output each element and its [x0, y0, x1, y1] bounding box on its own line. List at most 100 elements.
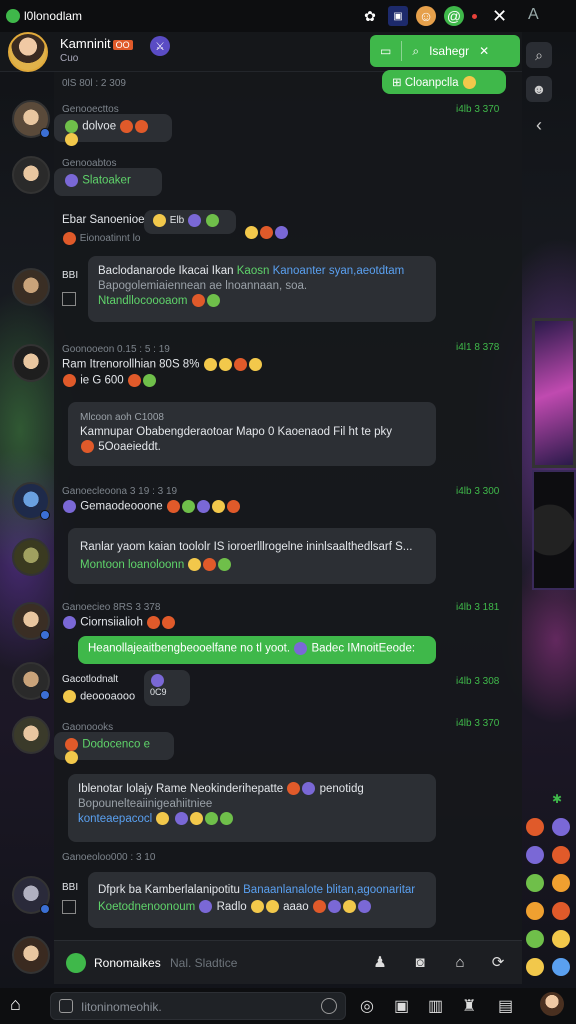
message-bubble[interactable]: Baclodanarode Ikacai Ikan Kaosn Kanoante…	[88, 256, 436, 322]
home-icon[interactable]: ⌂	[450, 953, 470, 973]
emoji-icon[interactable]	[526, 902, 544, 920]
message-text-blue: Banaanlanalote blitan,agoonaritar	[243, 884, 416, 896]
timestamp: i4lb 3 308	[456, 676, 500, 687]
sender-name: Ganoecieo 8RS 3 378	[62, 602, 161, 613]
menu-icon[interactable]: ▭	[380, 44, 391, 58]
message-text: Dodocenco e	[82, 738, 150, 751]
app-logo-icon	[6, 9, 20, 23]
sender-name: Mlcoon aoh C1008	[80, 412, 164, 423]
message-bubble[interactable]: Dodocenco e	[54, 732, 174, 764]
timestamp: i4lb 3 300	[456, 486, 500, 497]
timestamp: i4l1 8 378	[456, 342, 500, 353]
mic-icon[interactable]	[66, 953, 86, 973]
emoji-icon[interactable]	[526, 818, 544, 836]
emoji-icon	[462, 76, 476, 90]
profile-icon[interactable]: ☻	[526, 76, 552, 102]
emoji-icon[interactable]	[552, 818, 570, 836]
moderation-icon[interactable]: ⚔	[150, 36, 170, 56]
camera-icon[interactable]: ◙	[410, 953, 430, 973]
avatar[interactable]	[12, 156, 50, 194]
keyboard-icon[interactable]: ▤	[498, 996, 513, 1016]
image-icon[interactable]: ▣	[388, 6, 408, 26]
spark-icon: ✱	[552, 792, 563, 806]
sticker-icon[interactable]: ▣	[394, 996, 409, 1016]
own-message-bubble[interactable]: Heanollajeaitbengbeooelfane no tl yoot. …	[78, 636, 436, 664]
message-subtext: Eionoatinnt lo	[62, 232, 140, 245]
avatar[interactable]	[12, 876, 50, 914]
composer-hint[interactable]: Nal. Sladtice	[170, 956, 237, 970]
bottom-input[interactable]: Iitoninomeohik.	[50, 992, 346, 1020]
avatar[interactable]	[12, 482, 50, 520]
file-icon	[62, 292, 76, 306]
app-name: l0lonodlam	[24, 9, 83, 23]
message-bubble[interactable]: Slatoaker	[54, 168, 162, 196]
message-extra: konteaepacocl	[78, 813, 153, 825]
avatar[interactable]	[12, 716, 50, 754]
emoji-icon[interactable]	[526, 958, 544, 976]
gif-icon[interactable]: ◎	[360, 996, 374, 1016]
divider	[401, 41, 403, 61]
chat-header: Kamninit OO Cuo ⚔ ▭ ⌕ Isahegr ✕	[0, 32, 522, 72]
avatar[interactable]	[12, 100, 50, 138]
status-badge	[40, 510, 50, 520]
emoji-icon[interactable]	[552, 930, 570, 948]
emoji-icon[interactable]	[526, 874, 544, 892]
pinned-label: Cloanpclla	[404, 77, 459, 89]
bottom-input-placeholder: Iitoninomeohik.	[81, 1000, 162, 1014]
message-text: deoooaooo	[62, 690, 135, 703]
reactions	[244, 224, 289, 242]
message-bubble[interactable]: Ranlar yaom kaian toololr IS ioroerlllro…	[68, 528, 436, 584]
message-bubble[interactable]: Mlcoon aoh C1008 Kamnupar Obabengderaoto…	[68, 402, 436, 466]
reaction-bar[interactable]: 0C9	[144, 670, 190, 706]
avatar[interactable]	[12, 602, 50, 640]
avatar[interactable]	[12, 662, 50, 700]
emoji-icon	[65, 174, 78, 187]
close-icon[interactable]: ✕	[492, 6, 507, 27]
at-icon[interactable]: @	[444, 6, 464, 26]
face-icon[interactable]: ☺	[416, 6, 436, 26]
bell-icon[interactable]: ♟	[370, 953, 390, 973]
message-text: Ebar Sanoenioe	[62, 214, 145, 226]
emoji-icon[interactable]	[552, 958, 570, 976]
message-extra: Badec IMnoitEeode:	[311, 642, 416, 655]
avatar[interactable]	[12, 936, 50, 974]
flower-icon[interactable]: ✿	[360, 6, 380, 26]
emoji-icon[interactable]	[552, 902, 570, 920]
message-bubble[interactable]: Dfprk ba Kamberlalanipotitu Banaanlanalo…	[88, 872, 436, 928]
refresh-icon[interactable]: ⟳	[488, 953, 508, 973]
text: deoooaooo	[80, 690, 136, 703]
avatar[interactable]	[8, 32, 48, 72]
chat-title-text: Kamninit	[60, 36, 111, 51]
message-bubble[interactable]: Iblenotar Iolajy Rame Neokinderihepatte …	[68, 774, 436, 842]
emoji-icon[interactable]	[526, 846, 544, 864]
attach-icon[interactable]	[59, 999, 73, 1013]
chevron-left-icon[interactable]: ‹	[526, 112, 552, 138]
message-bubble[interactable]: dolvoe	[54, 114, 172, 146]
avatar[interactable]	[12, 344, 50, 382]
book-icon[interactable]: ▥	[428, 996, 443, 1016]
close-icon[interactable]: ✕	[479, 44, 489, 58]
emoji-icon[interactable]	[552, 846, 570, 864]
message-extra2: Radlo	[216, 901, 247, 913]
status-icons: ✿ ▣ ☺ @	[360, 6, 477, 26]
emoji-icon[interactable]	[526, 930, 544, 948]
avatar[interactable]	[12, 268, 50, 306]
font-icon[interactable]: A	[528, 6, 539, 24]
emoji-icon[interactable]	[321, 998, 337, 1014]
sender-name: Goonooeon 0.15 : 5 : 19	[62, 344, 170, 355]
pinned-pill[interactable]: ⊞ Cloanpclla	[382, 70, 506, 94]
gift-icon[interactable]: ♜	[462, 996, 476, 1016]
timestamp: i4lb 3 370	[456, 718, 500, 729]
message-text: Ciornsiialioh	[62, 616, 176, 629]
status-badge	[40, 128, 50, 138]
reaction-bar[interactable]: Elb	[144, 210, 236, 234]
search-icon[interactable]: ⌕	[526, 42, 552, 68]
avatar[interactable]	[540, 992, 564, 1016]
emoji-icon[interactable]	[552, 874, 570, 892]
composer: Ronomaikes Nal. Sladtice ♟ ◙ ⌂ ⟳	[54, 940, 522, 984]
avatar[interactable]	[12, 538, 50, 576]
home-icon[interactable]: ⌂	[10, 994, 21, 1015]
emoji-icon	[65, 120, 78, 133]
title-badge: OO	[112, 39, 133, 50]
search-button[interactable]: ▭ ⌕ Isahegr ✕	[370, 35, 520, 67]
